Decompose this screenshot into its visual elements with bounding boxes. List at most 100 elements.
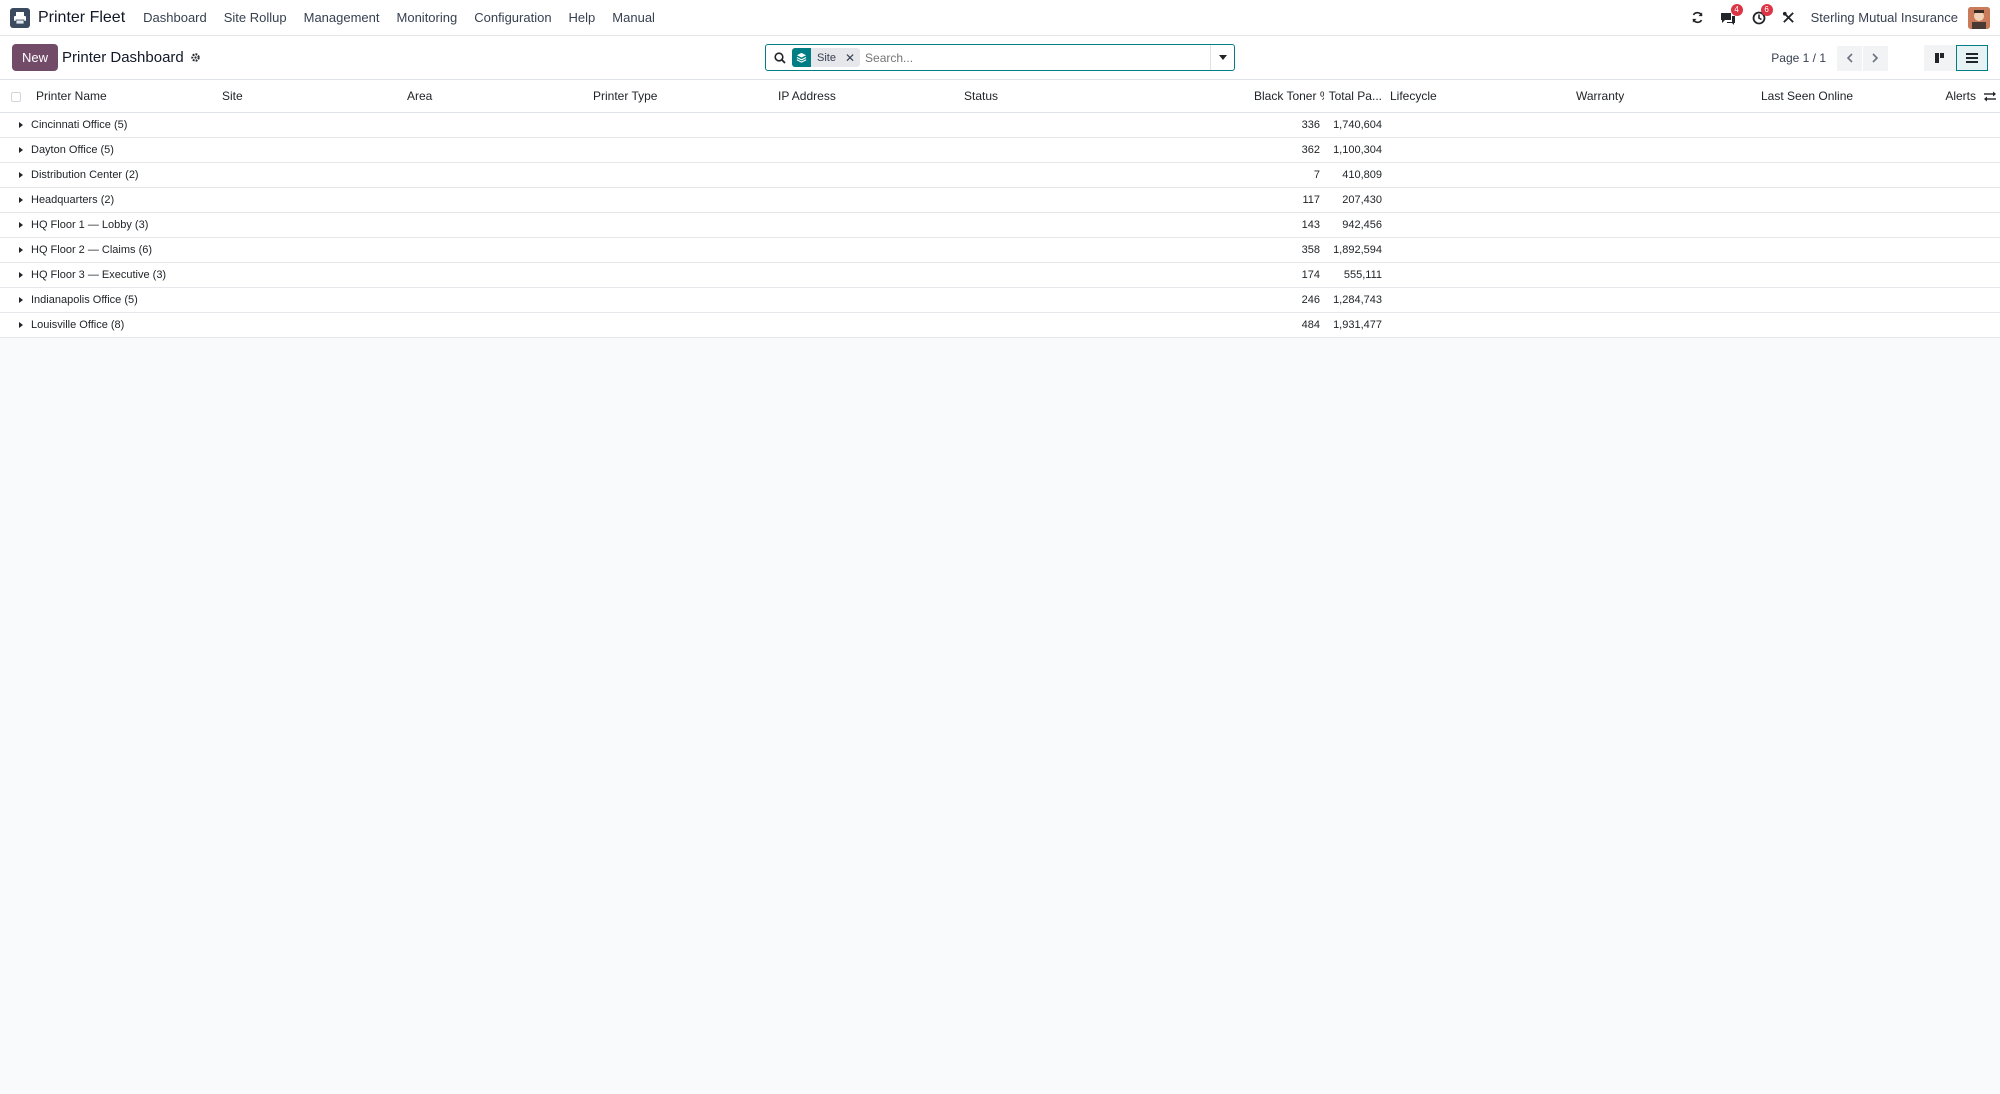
pager-previous-icon[interactable] [1837,45,1862,71]
group-name[interactable]: Cincinnati Office (5) [31,119,127,131]
group-row[interactable]: Cincinnati Office (5) 336 1,740,604 [0,112,2000,137]
kanban-view-icon[interactable] [1924,45,1956,71]
group-black-toner: 358 [1301,243,1320,256]
group-row[interactable]: HQ Floor 3 — Executive (3) 174 555,111 [0,262,2000,287]
group-empty-cell [1386,287,2000,312]
group-total-pages: 207,430 [1342,193,1382,206]
group-name-cell: Indianapolis Office (5) [0,287,1250,312]
company-switcher[interactable]: Sterling Mutual Insurance [1811,10,1958,25]
caret-right-icon[interactable] [19,271,23,278]
column-site[interactable]: Site [218,80,403,112]
printer-app-icon[interactable] [10,7,30,28]
group-empty-cell [1386,262,2000,287]
pager-next-icon[interactable] [1863,45,1888,71]
group-name[interactable]: Dayton Office (5) [31,144,114,156]
group-total-pages: 942,456 [1342,218,1382,231]
top-navbar: Printer Fleet Dashboard Site Rollup Mana… [0,0,2000,36]
control-panel: New Printer Dashboard Site ✕ Page 1 / 1 [0,36,2000,80]
group-total-pages: 1,740,604 [1333,118,1382,131]
group-black-toner: 362 [1301,143,1320,156]
pager: Page 1 / 1 [1771,36,1888,80]
group-row[interactable]: Dayton Office (5) 362 1,100,304 [0,137,2000,162]
messages-badge: 4 [1730,3,1743,16]
column-ip-address[interactable]: IP Address [774,80,960,112]
caret-right-icon[interactable] [19,246,23,253]
column-area[interactable]: Area [403,80,589,112]
group-name[interactable]: Distribution Center (2) [31,169,139,181]
caret-right-icon[interactable] [19,296,23,303]
group-name-cell: Cincinnati Office (5) [0,112,1250,137]
group-row[interactable]: Louisville Office (8) 484 1,931,477 [0,312,2000,337]
user-avatar[interactable] [1968,6,1990,29]
search-input[interactable] [865,50,1210,65]
group-empty-cell [1386,112,2000,137]
column-last-seen-online[interactable]: Last Seen Online [1757,80,1932,112]
column-total-pages[interactable]: Total Pa... [1324,80,1386,112]
search-icon[interactable] [774,51,786,64]
caret-right-icon[interactable] [19,171,23,178]
caret-right-icon[interactable] [19,121,23,128]
column-black-toner[interactable]: Black Toner % [1250,80,1324,112]
group-row[interactable]: Headquarters (2) 117 207,430 [0,187,2000,212]
activities-icon[interactable]: 6 [1752,3,1773,25]
group-row[interactable]: Indianapolis Office (5) 246 1,284,743 [0,287,2000,312]
group-total-pages: 1,931,477 [1333,318,1382,331]
caret-right-icon[interactable] [19,146,23,153]
optional-columns-icon[interactable] [1984,91,1996,102]
app-brand[interactable]: Printer Fleet [38,9,125,27]
menu-configuration[interactable]: Configuration [474,10,551,25]
menu-manual[interactable]: Manual [612,10,655,25]
caret-right-icon[interactable] [19,221,23,228]
printer-list-table: Printer Name Site Area Printer Type IP A… [0,80,2000,338]
refresh-icon[interactable] [1691,11,1704,24]
menu-management[interactable]: Management [304,10,380,25]
group-name-cell: Distribution Center (2) [0,162,1250,187]
messages-icon[interactable]: 4 [1720,3,1743,25]
table-header-row: Printer Name Site Area Printer Type IP A… [0,80,2000,112]
column-status[interactable]: Status [960,80,1250,112]
column-alerts[interactable]: Alerts [1945,89,1976,103]
group-by-icon [792,48,811,67]
group-row[interactable]: Distribution Center (2) 7 410,809 [0,162,2000,187]
group-empty-cell [1386,212,2000,237]
group-total-pages: 555,111 [1343,268,1382,281]
gear-icon[interactable] [190,52,201,63]
group-row[interactable]: HQ Floor 2 — Claims (6) 358 1,892,594 [0,237,2000,262]
group-name-cell: Dayton Office (5) [0,137,1250,162]
menu-monitoring[interactable]: Monitoring [397,10,458,25]
activities-badge: 6 [1760,3,1773,16]
chevron-down-icon[interactable] [1210,45,1234,70]
new-button[interactable]: New [12,44,59,71]
view-switcher [1924,45,1988,71]
group-black-toner: 336 [1301,118,1320,131]
group-total-pages: 410,809 [1342,168,1382,181]
menu-help[interactable]: Help [569,10,596,25]
column-lifecycle[interactable]: Lifecycle [1386,80,1572,112]
list-view-icon[interactable] [1956,45,1988,71]
group-black-toner: 7 [1313,168,1320,181]
column-printer-name[interactable]: Printer Name [32,80,218,112]
close-icon[interactable]: ✕ [840,51,860,65]
column-alerts-header: Alerts [1932,80,2000,112]
group-name[interactable]: HQ Floor 1 — Lobby (3) [31,219,148,231]
caret-right-icon[interactable] [19,196,23,203]
group-row[interactable]: HQ Floor 1 — Lobby (3) 143 942,456 [0,212,2000,237]
menu-site-rollup[interactable]: Site Rollup [224,10,287,25]
column-printer-type[interactable]: Printer Type [589,80,774,112]
group-name[interactable]: HQ Floor 3 — Executive (3) [31,269,166,281]
group-total-pages: 1,100,304 [1333,143,1382,156]
pager-value[interactable]: Page 1 / 1 [1771,51,1826,65]
search-facet-site: Site ✕ [792,48,861,67]
debug-tools-icon[interactable] [1782,11,1795,24]
group-black-toner: 143 [1301,218,1320,231]
group-name[interactable]: Louisville Office (8) [31,319,124,331]
group-empty-cell [1386,162,2000,187]
select-all-checkbox[interactable] [0,80,32,112]
column-warranty[interactable]: Warranty [1572,80,1757,112]
group-name[interactable]: Headquarters (2) [31,194,114,206]
menu-dashboard[interactable]: Dashboard [143,10,207,25]
group-name[interactable]: HQ Floor 2 — Claims (6) [31,244,152,256]
caret-right-icon[interactable] [19,321,23,328]
group-total-pages: 1,284,743 [1333,293,1382,306]
group-name[interactable]: Indianapolis Office (5) [31,294,138,306]
